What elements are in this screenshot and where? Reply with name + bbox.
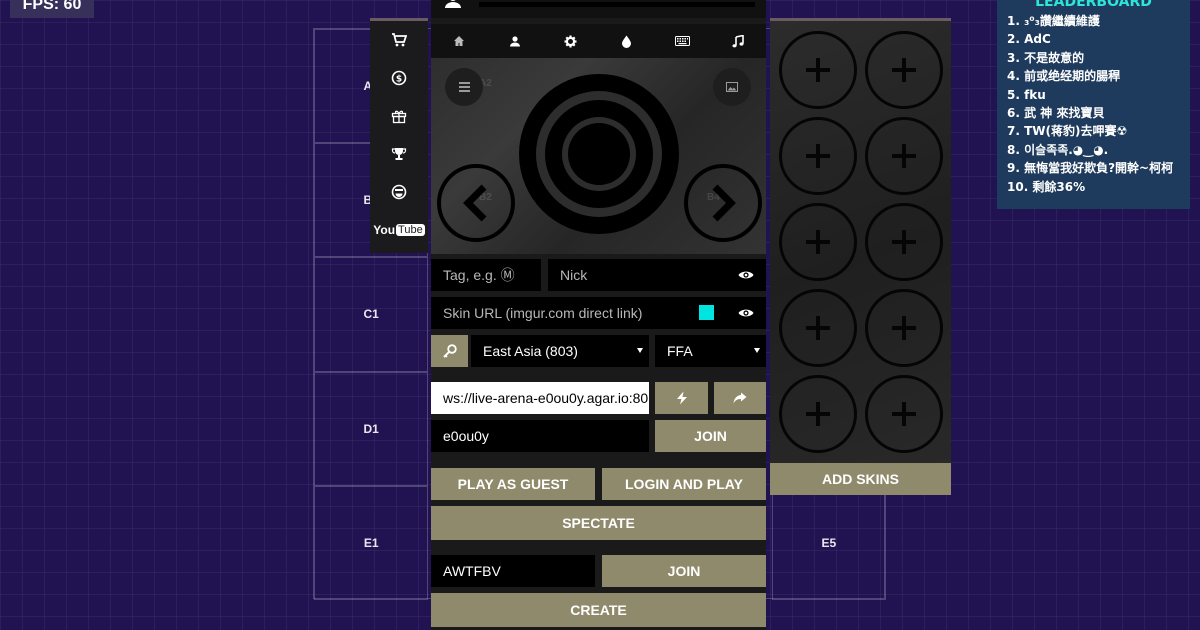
create-button[interactable]: CREATE xyxy=(431,593,766,627)
leaderboard-entry: 4. 前或绝经期的腸稈 xyxy=(1007,69,1121,84)
grid-cell-e5: E5 xyxy=(771,485,886,600)
leaderboard-entry: 8. 이슬족족.◕‿◕. xyxy=(1007,142,1109,157)
top-bar xyxy=(431,0,766,18)
grid-cell-d1: D1 xyxy=(314,371,429,486)
chevron-down-icon xyxy=(754,348,760,353)
plus-icon xyxy=(806,144,830,168)
leaderboard-entry: 2. AdC xyxy=(1007,32,1051,47)
youtube-icon[interactable]: You Tube xyxy=(370,211,428,249)
chevron-right-icon xyxy=(712,184,736,222)
nick-field[interactable] xyxy=(548,259,766,291)
leaderboard-entry: 5. fku xyxy=(1007,87,1046,102)
skin-slot[interactable] xyxy=(779,117,857,195)
avatar-icon xyxy=(445,0,461,8)
gift-icon[interactable] xyxy=(370,97,428,135)
spectate-button[interactable]: SPECTATE xyxy=(431,506,766,540)
chevron-left-icon xyxy=(463,184,487,222)
leaderboard-entry: 9. 無悔當我好欺負?開幹~柯柯 xyxy=(1007,161,1174,176)
grid-cell-e1: E1 xyxy=(314,485,429,600)
main-panel: A2 A3 B2 B3 B4 xyxy=(431,0,766,630)
youtube-logo-text: You xyxy=(373,223,396,237)
plus-icon xyxy=(892,144,916,168)
smiley-icon[interactable] xyxy=(370,173,428,211)
share-arrow-icon xyxy=(733,392,747,404)
skin-slot[interactable] xyxy=(865,203,943,281)
party-code-field[interactable]: AWTFBV xyxy=(431,555,595,587)
plus-icon xyxy=(806,58,830,82)
side-menu: $ You Tube xyxy=(370,18,428,253)
mode-value: FFA xyxy=(667,343,693,359)
plus-icon xyxy=(806,230,830,254)
key-icon xyxy=(442,344,457,358)
next-skin-button[interactable] xyxy=(684,164,762,242)
region-button[interactable] xyxy=(431,335,468,367)
skin-slot[interactable] xyxy=(779,203,857,281)
skin-url-input[interactable] xyxy=(443,305,693,321)
cart-icon[interactable] xyxy=(370,21,428,59)
tag-field[interactable] xyxy=(431,259,541,291)
trophy-icon[interactable] xyxy=(370,135,428,173)
coin-icon[interactable]: $ xyxy=(370,59,428,97)
party-code-value[interactable]: AWTFBV xyxy=(443,563,501,579)
fps-counter: FPS: 60 xyxy=(10,0,94,18)
party-join-button[interactable]: JOIN xyxy=(602,555,766,587)
add-skins-button[interactable]: ADD SKINS xyxy=(770,463,951,495)
tab-gear-icon[interactable] xyxy=(543,24,599,58)
leaderboard-entry: 6. 武 神 來找寶貝 xyxy=(1007,105,1105,120)
skin-slot[interactable] xyxy=(865,31,943,109)
eye-icon[interactable] xyxy=(738,270,754,280)
region-select[interactable]: East Asia (803) xyxy=(471,335,649,367)
token-field[interactable]: e0ou0y xyxy=(431,420,649,452)
plus-icon xyxy=(892,316,916,340)
plus-icon xyxy=(806,402,830,426)
skin-slot[interactable] xyxy=(865,289,943,367)
tab-keyboard-icon[interactable] xyxy=(654,24,710,58)
tab-music-icon[interactable] xyxy=(710,24,766,58)
skin-slot[interactable] xyxy=(865,117,943,195)
nick-input[interactable] xyxy=(560,267,730,283)
connect-button[interactable] xyxy=(655,382,708,414)
tag-input[interactable] xyxy=(443,267,541,283)
skin-url-field[interactable] xyxy=(431,297,766,329)
skin-slot[interactable] xyxy=(779,31,857,109)
bolt-icon xyxy=(676,391,687,405)
tab-home-icon[interactable] xyxy=(431,24,487,58)
join-button[interactable]: JOIN xyxy=(655,420,766,452)
skin-slot[interactable] xyxy=(779,289,857,367)
grid-cell-c1: C1 xyxy=(314,257,429,372)
token-value[interactable]: e0ou0y xyxy=(443,428,489,444)
plus-icon xyxy=(892,230,916,254)
server-url-field[interactable]: ws://live-arena-e0ou0y.agar.io:80 xyxy=(431,382,649,414)
server-url-value[interactable]: ws://live-arena-e0ou0y.agar.io:80 xyxy=(443,390,648,406)
color-swatch[interactable] xyxy=(699,305,714,320)
leaderboard-entry: 7. TW(蒋豹)去呷賽☢ xyxy=(1007,124,1128,139)
skin-preview: A2 A3 B2 B3 B4 xyxy=(431,58,766,254)
tab-drop-icon[interactable] xyxy=(598,24,654,58)
leaderboard-entry: 10. 剩餘36% xyxy=(1007,179,1086,194)
plus-icon xyxy=(806,316,830,340)
eye-icon[interactable] xyxy=(738,308,754,318)
login-and-play-button[interactable]: LOGIN AND PLAY xyxy=(602,468,766,500)
leaderboard-title: LEADERBOARD xyxy=(1035,0,1152,10)
leaderboard-entry: 3. 不是故意的 xyxy=(1007,50,1085,65)
plus-icon xyxy=(892,58,916,82)
plus-icon xyxy=(892,402,916,426)
leaderboard: LEADERBOARD 1. ₃⁰₃讚繼續維護 2. AdC 3. 不是故意的 … xyxy=(997,0,1190,209)
tab-bar xyxy=(431,24,766,58)
svg-text:$: $ xyxy=(396,75,402,85)
mode-select[interactable]: FFA xyxy=(655,335,766,367)
play-as-guest-button[interactable]: PLAY AS GUEST xyxy=(431,468,595,500)
youtube-logo-box: Tube xyxy=(396,224,425,236)
share-button[interactable] xyxy=(714,382,766,414)
leaderboard-entry: 1. ₃⁰₃讚繼續維護 xyxy=(1007,14,1100,28)
skin-slot[interactable] xyxy=(865,375,943,453)
prev-skin-button[interactable] xyxy=(437,164,515,242)
chevron-down-icon xyxy=(637,348,643,353)
tab-user-icon[interactable] xyxy=(487,24,543,58)
progress-bar xyxy=(479,2,755,7)
skin-slot[interactable] xyxy=(779,375,857,453)
skins-panel: ADD SKINS xyxy=(770,18,951,495)
region-value: East Asia (803) xyxy=(483,343,578,359)
